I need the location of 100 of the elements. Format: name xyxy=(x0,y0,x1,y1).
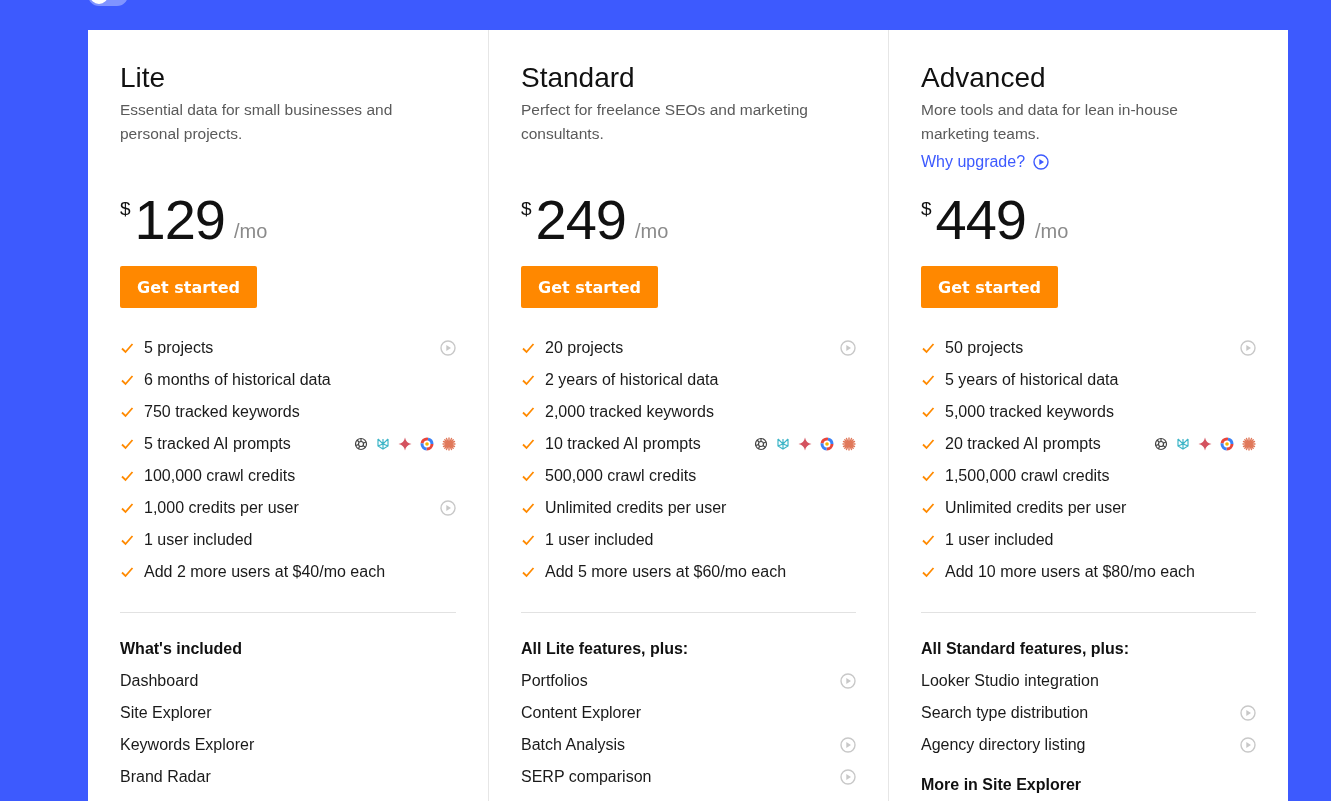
knot-icon xyxy=(354,437,368,451)
feature-text: Add 5 more users at $60/mo each xyxy=(545,563,788,581)
check-icon xyxy=(120,437,134,451)
feature-item: SERP comparison xyxy=(521,768,653,786)
why-upgrade-link[interactable]: Why upgrade? xyxy=(921,150,1050,174)
feature-text: 1,000 credits per user xyxy=(144,499,300,517)
check-icon xyxy=(120,469,134,483)
plan-description: Perfect for freelance SEOs and marketing consultants. xyxy=(521,100,809,144)
play-icon[interactable] xyxy=(1240,737,1256,753)
check-icon xyxy=(521,469,535,483)
ring-icon xyxy=(420,437,434,451)
starburst-icon xyxy=(442,437,456,451)
starburst-icon xyxy=(1242,437,1256,451)
plan-name: Advanced xyxy=(921,61,1047,95)
get-started-button[interactable]: Get started xyxy=(921,266,1058,308)
check-icon xyxy=(921,437,935,451)
check-icon xyxy=(120,533,134,547)
check-icon xyxy=(921,405,935,419)
feature-item: Site Explorer xyxy=(120,704,213,722)
get-started-button[interactable]: Get started xyxy=(521,266,658,308)
check-icon xyxy=(921,341,935,355)
check-icon xyxy=(521,533,535,547)
feature-text: Unlimited credits per user xyxy=(545,499,728,517)
check-icon xyxy=(521,565,535,579)
feature-text: 5 years of historical data xyxy=(945,371,1120,389)
price-amount: 449 xyxy=(935,190,1026,250)
check-icon xyxy=(120,501,134,515)
butterfly-icon xyxy=(1176,437,1190,451)
feature-text: 20 projects xyxy=(545,339,625,357)
feature-text: 50 projects xyxy=(945,339,1025,357)
price-amount: 249 xyxy=(535,190,626,250)
feature-text: 1,500,000 crawl credits xyxy=(945,467,1111,485)
feature-item: Portfolios xyxy=(521,672,589,690)
currency-symbol: $ xyxy=(921,198,932,220)
play-icon xyxy=(1033,154,1050,170)
sparkle-icon xyxy=(398,437,412,451)
section-heading: What's included xyxy=(120,639,244,659)
check-icon xyxy=(521,437,535,451)
feature-text: 1 user included xyxy=(945,531,1055,549)
feature-item: Agency directory listing xyxy=(921,736,1087,754)
play-icon[interactable] xyxy=(1240,340,1256,356)
knot-icon xyxy=(1154,437,1168,451)
check-icon xyxy=(921,533,935,547)
feature-text: 750 tracked keywords xyxy=(144,403,301,421)
sparkle-icon xyxy=(798,437,812,451)
section-heading: More in Site Explorer xyxy=(921,775,1083,795)
feature-text: 10 tracked AI prompts xyxy=(545,435,702,453)
feature-text: 2,000 tracked keywords xyxy=(545,403,715,421)
play-icon[interactable] xyxy=(840,673,856,689)
ring-icon xyxy=(820,437,834,451)
feature-text: 5,000 tracked keywords xyxy=(945,403,1115,421)
check-icon xyxy=(521,341,535,355)
get-started-button[interactable]: Get started xyxy=(120,266,257,308)
play-icon[interactable] xyxy=(840,737,856,753)
feature-item: Brand Radar xyxy=(120,768,212,786)
play-icon[interactable] xyxy=(840,340,856,356)
ring-icon xyxy=(1220,437,1234,451)
butterfly-icon xyxy=(776,437,790,451)
plan-name: Lite xyxy=(120,61,167,95)
feature-text: 1 user included xyxy=(144,531,254,549)
price-period: /mo xyxy=(1035,220,1069,243)
play-icon[interactable] xyxy=(840,769,856,785)
price-period: /mo xyxy=(234,220,268,243)
starburst-icon xyxy=(842,437,856,451)
feature-text: 5 tracked AI prompts xyxy=(144,435,292,453)
feature-item: Batch Analysis xyxy=(521,736,627,754)
feature-item: Keywords Explorer xyxy=(120,736,256,754)
feature-text: 1 user included xyxy=(545,531,655,549)
play-icon[interactable] xyxy=(440,500,456,516)
check-icon xyxy=(521,373,535,387)
feature-item: Dashboard xyxy=(120,672,200,690)
plan-description: Essential data for small businesses and personal projects. xyxy=(120,100,394,144)
check-icon xyxy=(521,501,535,515)
check-icon xyxy=(921,373,935,387)
check-icon xyxy=(521,405,535,419)
feature-text: Add 2 more users at $40/mo each xyxy=(144,563,387,581)
check-icon xyxy=(921,501,935,515)
check-icon xyxy=(921,469,935,483)
knot-icon xyxy=(754,437,768,451)
play-icon[interactable] xyxy=(1240,705,1256,721)
check-icon xyxy=(120,405,134,419)
plan-name: Standard xyxy=(521,61,636,95)
feature-text: 500,000 crawl credits xyxy=(545,467,698,485)
check-icon xyxy=(921,565,935,579)
feature-text: Unlimited credits per user xyxy=(945,499,1128,517)
sparkle-icon xyxy=(1198,437,1212,451)
feature-item: Search type distribution xyxy=(921,704,1090,722)
feature-text: 5 projects xyxy=(144,339,215,357)
check-icon xyxy=(120,341,134,355)
feature-text: 100,000 crawl credits xyxy=(144,467,297,485)
section-heading: All Standard features, plus: xyxy=(921,639,1131,659)
butterfly-icon xyxy=(376,437,390,451)
feature-item: Looker Studio integration xyxy=(921,672,1100,690)
price-period: /mo xyxy=(635,220,669,243)
currency-symbol: $ xyxy=(120,198,131,220)
plan-description: More tools and data for lean in-house marketing teams. xyxy=(921,100,1179,144)
check-icon xyxy=(120,565,134,579)
currency-symbol: $ xyxy=(521,198,532,220)
play-icon[interactable] xyxy=(440,340,456,356)
check-icon xyxy=(120,373,134,387)
